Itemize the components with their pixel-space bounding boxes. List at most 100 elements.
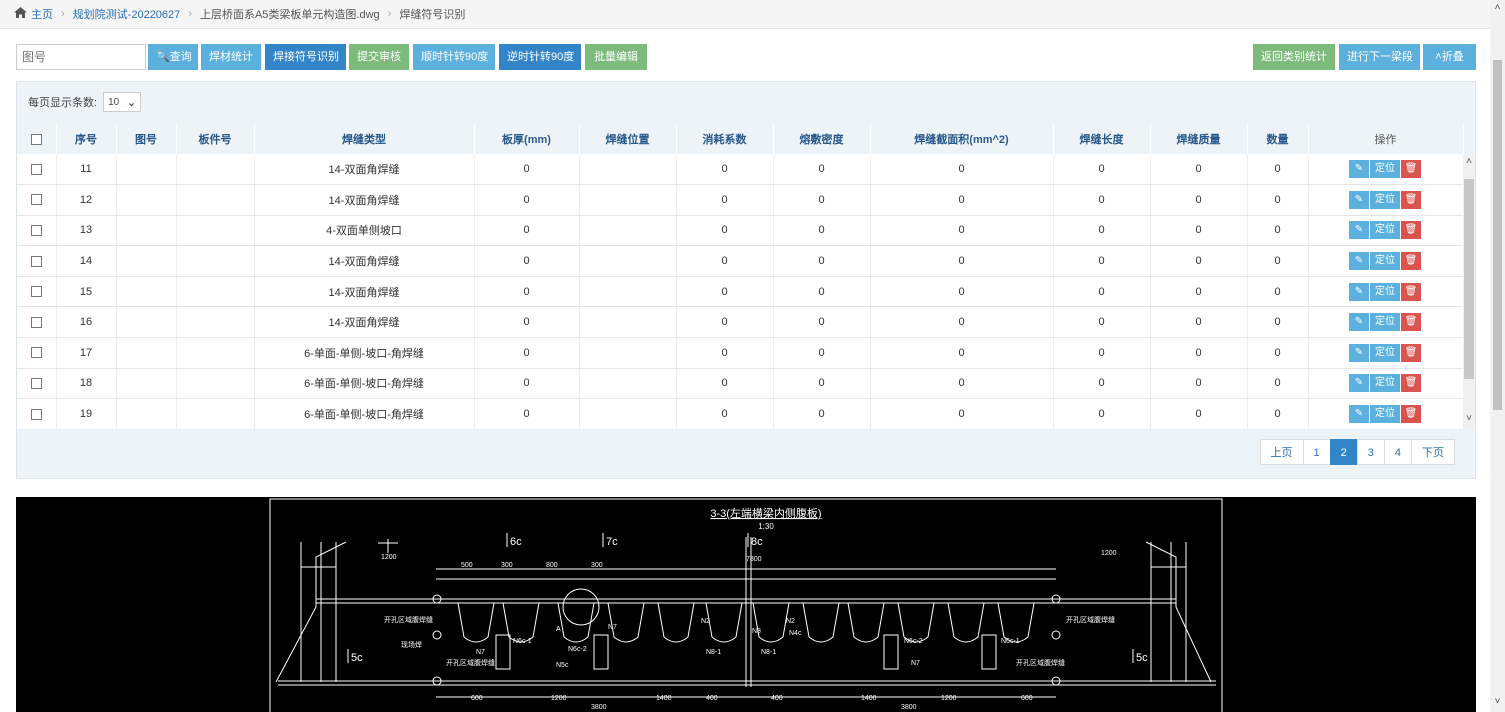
pencil-icon[interactable]: ✎ [1349,160,1369,179]
back-to-category-stats-button[interactable]: 返回类别统计 [1253,44,1335,70]
row-checkbox[interactable] [30,286,42,298]
cell-part [176,184,255,216]
select-all-cell [17,124,57,154]
row-checkbox[interactable] [30,316,42,328]
locate-button[interactable]: 定位 [1370,405,1400,424]
trash-icon[interactable]: 🗑 [1401,252,1421,271]
table-row[interactable]: 18 6-单面-单侧-坡口-角焊缝 0 0 0 0 0 0 0 ✎ 定位 🗑 [17,368,1464,400]
page-number-button[interactable]: 4 [1383,439,1412,465]
submit-review-button[interactable]: 提交审核 [349,44,409,70]
trash-icon[interactable]: 🗑 [1401,190,1421,209]
page-scrollbar[interactable]: ˄ ˅ [1490,0,1505,712]
locate-button[interactable]: 定位 [1370,252,1400,271]
part-label: N2 [786,618,795,625]
cell-part [176,245,255,277]
pencil-icon[interactable]: ✎ [1349,313,1369,332]
locate-button[interactable]: 定位 [1370,160,1400,179]
cell-mass: 0 [1150,368,1248,400]
table-row[interactable]: 11 14-双面角焊缝 0 0 0 0 0 0 0 ✎ 定位 🗑 [17,154,1464,186]
page-number-button[interactable]: 3 [1356,439,1385,465]
row-checkbox[interactable] [30,378,42,390]
locate-button[interactable]: 定位 [1370,374,1400,393]
query-button[interactable]: 🔍查询 [148,44,198,70]
page-number-button[interactable]: 2 [1329,439,1358,465]
collapse-button[interactable]: ˄折叠 [1423,44,1476,70]
table-row[interactable]: 13 4-双面单侧坡口 0 0 0 0 0 0 0 ✎ 定位 🗑 [17,215,1464,247]
cell-drawing [116,215,177,247]
page-number-button[interactable]: 1 [1302,439,1331,465]
u-rib [802,602,840,643]
trash-icon[interactable]: 🗑 [1401,405,1421,424]
cell-part [176,368,255,400]
scroll-up-icon[interactable]: ˄ [1490,2,1505,16]
home-icon[interactable] [14,7,27,21]
cell-drawing [116,184,177,216]
row-checkbox[interactable] [30,225,42,237]
prev-page-button[interactable]: 上页 [1259,439,1304,465]
trash-icon[interactable]: 🗑 [1401,282,1421,301]
table-scrollbar-thumb[interactable] [1464,179,1474,379]
trash-icon[interactable]: 🗑 [1401,160,1421,179]
drawing-number-search-input[interactable] [16,44,146,70]
locate-button[interactable]: 定位 [1370,282,1400,301]
weld-symbol-recognition-button[interactable]: 焊接符号识别 [265,44,346,70]
page-scrollbar-thumb[interactable] [1493,60,1502,410]
pagination: 上页 1 2 3 4 下页 [1259,439,1455,465]
cell-drawing [116,245,177,277]
select-all-checkbox[interactable] [30,133,42,145]
pencil-icon[interactable]: ✎ [1349,343,1369,362]
dimension-label: 1400 [861,695,877,702]
table-row[interactable]: 15 14-双面角焊缝 0 0 0 0 0 0 0 ✎ 定位 🗑 [17,276,1464,308]
next-page-button[interactable]: 下页 [1411,439,1455,465]
weld-table-container: 序号 图号 板件号 焊缝类型 板厚(mm) 焊缝位置 消耗系数 熔敷密度 焊缝截… [17,124,1475,429]
next-segment-button[interactable]: 进行下一梁段 [1339,44,1420,70]
pencil-icon[interactable]: ✎ [1349,374,1369,393]
cell-thickness: 0 [474,184,580,216]
cell-consumption: 0 [676,215,774,247]
table-row[interactable]: 12 14-双面角焊缝 0 0 0 0 0 0 0 ✎ 定位 🗑 [17,184,1464,216]
locate-button[interactable]: 定位 [1370,190,1400,209]
pencil-icon[interactable]: ✎ [1349,282,1369,301]
rotate-clockwise-button[interactable]: 顺时针转90度 [413,44,495,70]
row-checkbox[interactable] [30,194,42,206]
pencil-icon[interactable]: ✎ [1349,252,1369,271]
locate-button[interactable]: 定位 [1370,343,1400,362]
cell-length: 0 [1053,398,1151,429]
row-checkbox[interactable] [30,347,42,359]
scroll-down-icon[interactable]: ˅ [1463,413,1475,427]
batch-edit-button[interactable]: 批量编辑 [585,44,647,70]
weld-material-stats-button[interactable]: 焊材统计 [201,44,261,70]
dimension-label: 600 [471,695,483,702]
cell-mass: 0 [1150,337,1248,369]
table-row[interactable]: 17 6-单面-单侧-坡口-角焊缝 0 0 0 0 0 0 0 ✎ 定位 🗑 [17,337,1464,369]
row-checkbox[interactable] [30,163,42,175]
scroll-down-icon[interactable]: ˅ [1490,696,1505,710]
table-row[interactable]: 19 6-单面-单侧-坡口-角焊缝 0 0 0 0 0 0 0 ✎ 定位 🗑 [17,398,1464,429]
cell-length: 0 [1053,184,1151,216]
cell-position [579,306,677,339]
trash-icon[interactable]: 🗑 [1401,374,1421,393]
pencil-icon[interactable]: ✎ [1349,405,1369,424]
table-scrollbar[interactable]: ˄ ˅ [1463,154,1475,429]
part-label: N6c-2 [568,646,587,653]
locate-button[interactable]: 定位 [1370,313,1400,332]
dimension-label: 800 [546,562,558,569]
breadcrumb-project[interactable]: 规划院测试-20220627 [73,6,181,22]
drawing-title: 3-3(左端横梁内侧腹板) [710,506,821,520]
locate-button[interactable]: 定位 [1370,221,1400,240]
trash-icon[interactable]: 🗑 [1401,343,1421,362]
trash-icon[interactable]: 🗑 [1401,313,1421,332]
dimension-label: 1400 [656,695,672,702]
row-checkbox[interactable] [30,408,42,420]
table-row[interactable]: 14 14-双面角焊缝 0 0 0 0 0 0 0 ✎ 定位 🗑 [17,245,1464,277]
page-size-select[interactable]: 10 ⌄ [103,92,142,112]
rotate-counterclockwise-button[interactable]: 逆时针转90度 [499,44,581,70]
row-checkbox[interactable] [30,255,42,267]
table-row[interactable]: 16 14-双面角焊缝 0 0 0 0 0 0 0 ✎ 定位 🗑 [17,306,1464,339]
pencil-icon[interactable]: ✎ [1349,221,1369,240]
scroll-up-icon[interactable]: ˄ [1463,156,1475,170]
trash-icon[interactable]: 🗑 [1401,221,1421,240]
column-header: 焊缝质量 [1150,124,1248,154]
pencil-icon[interactable]: ✎ [1349,190,1369,209]
breadcrumb-home[interactable]: 主页 [31,6,53,22]
